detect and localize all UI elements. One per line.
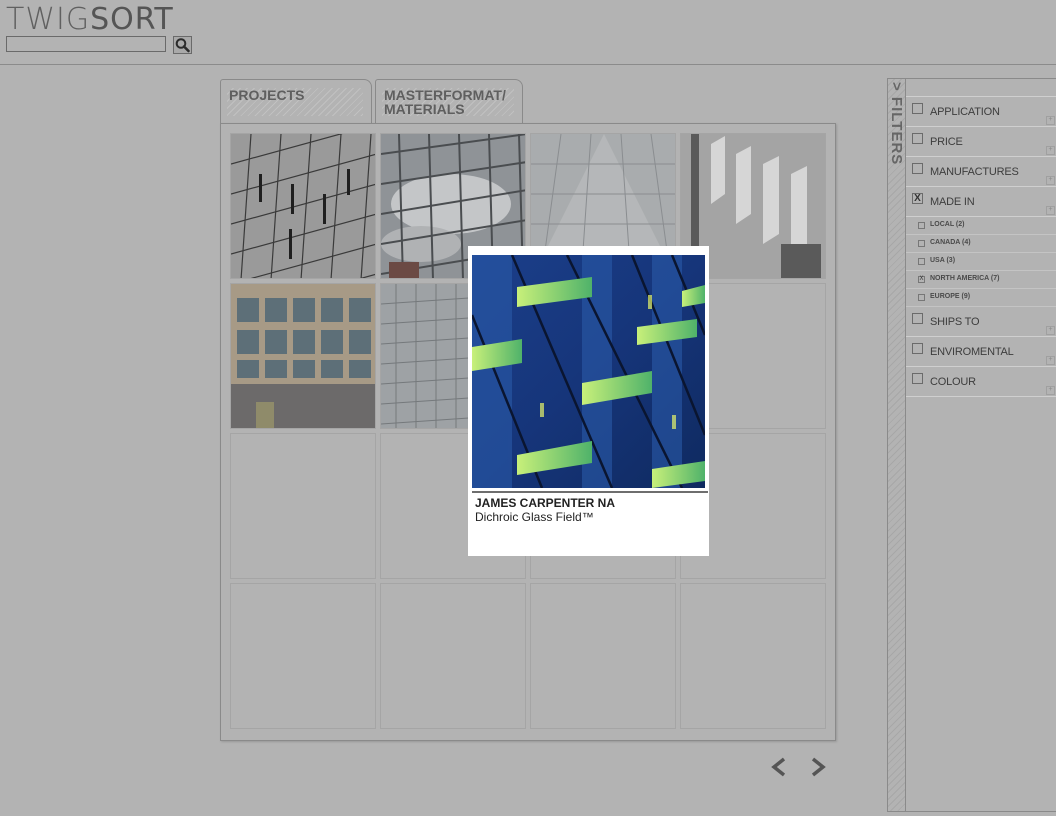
filter-label: APPLICATION — [930, 106, 1000, 118]
filter-checkbox[interactable] — [912, 343, 923, 354]
material-thumbnail — [231, 134, 375, 278]
filters-toggle[interactable] — [887, 78, 905, 812]
logo-part-2: SORT — [90, 2, 174, 37]
tab-materials-label-line2: MATERIALS — [384, 101, 465, 117]
filter-application[interactable]: APPLICATION + — [906, 97, 1056, 127]
material-tile-empty — [380, 583, 526, 729]
expand-icon[interactable]: + — [1046, 386, 1055, 395]
chevron-left-icon — [771, 757, 786, 777]
filter-checkbox-checked[interactable]: X — [912, 193, 923, 204]
material-tile-empty — [230, 433, 376, 579]
popup-product-name: Dichroic Glass Field™ — [475, 510, 594, 524]
material-tile[interactable] — [230, 133, 376, 279]
popup-manufacturer: JAMES CARPENTER NA — [475, 496, 616, 510]
filter-manufactures[interactable]: MANUFACTURES + — [906, 157, 1056, 187]
filter-label: MANUFACTURES — [930, 166, 1019, 178]
filter-label: PRICE — [930, 136, 963, 148]
option-checkbox[interactable] — [918, 258, 925, 265]
filter-ships-to[interactable]: SHIPS TO + — [906, 307, 1056, 337]
made-in-option-usa[interactable]: USA (3) — [906, 253, 1056, 271]
material-thumbnail — [231, 284, 375, 428]
filter-price[interactable]: PRICE + — [906, 127, 1056, 157]
expand-icon[interactable]: + — [1046, 356, 1055, 365]
filter-checkbox[interactable] — [912, 133, 923, 144]
option-label: CANADA (4) — [930, 239, 971, 246]
tab-projects[interactable]: PROJECTS — [220, 79, 372, 123]
filter-label: COLOUR — [930, 376, 976, 388]
tab-projects-label: PROJECTS — [229, 87, 305, 103]
tab-masterformat-materials[interactable]: MASTERFORMAT/ MATERIALS — [375, 79, 523, 123]
filters-panel-header — [906, 79, 1056, 97]
material-tile[interactable] — [230, 283, 376, 429]
expand-icon[interactable]: + — [1046, 326, 1055, 335]
app-logo[interactable]: TWIGSORT — [6, 2, 174, 37]
option-label: LOCAL (2) — [930, 221, 965, 228]
made-in-option-canada[interactable]: CANADA (4) — [906, 235, 1056, 253]
option-checkbox[interactable] — [918, 222, 925, 229]
logo-part-1: TWIG — [6, 2, 91, 37]
option-label: USA (3) — [930, 257, 956, 264]
expand-icon[interactable]: + — [1046, 206, 1055, 215]
search-button[interactable] — [173, 36, 192, 54]
filter-enviromental[interactable]: ENVIROMENTAL + — [906, 337, 1056, 367]
made-in-option-europe[interactable]: EUROPE (9) — [906, 289, 1056, 307]
filter-made-in[interactable]: X MADE IN + — [906, 187, 1056, 217]
search-input[interactable] — [6, 36, 166, 52]
option-label: NORTH AMERICA (7) — [930, 275, 1000, 282]
next-page-button[interactable] — [806, 756, 830, 778]
option-checkbox[interactable] — [918, 294, 925, 301]
filter-checkbox[interactable] — [912, 313, 923, 324]
popup-divider — [472, 491, 708, 493]
popup-material-image — [470, 254, 707, 489]
expand-icon[interactable]: + — [1046, 146, 1055, 155]
expand-icon[interactable]: + — [1046, 176, 1055, 185]
filters-toggle-label: > FILTERS — [888, 82, 905, 166]
made-in-option-north-america[interactable]: X NORTH AMERICA (7) — [906, 271, 1056, 289]
option-label: EUROPE (9) — [930, 293, 971, 300]
option-checkbox[interactable] — [918, 240, 925, 247]
made-in-option-local[interactable]: LOCAL (2) — [906, 217, 1056, 235]
filter-checkbox[interactable] — [912, 103, 923, 114]
filters-panel: APPLICATION + PRICE + MANUFACTURES + X M… — [905, 78, 1056, 812]
header-divider — [0, 64, 1056, 65]
filter-label: MADE IN — [930, 196, 975, 208]
search-icon — [175, 38, 190, 53]
material-tile-empty — [230, 583, 376, 729]
filter-checkbox[interactable] — [912, 163, 923, 174]
material-tile-empty — [530, 583, 676, 729]
filter-label: ENVIROMENTAL — [930, 346, 1014, 358]
filter-checkbox[interactable] — [912, 373, 923, 384]
material-tile-empty — [680, 583, 826, 729]
filter-colour[interactable]: COLOUR + — [906, 367, 1056, 397]
option-checkbox-checked[interactable]: X — [918, 276, 925, 283]
filter-label: SHIPS TO — [930, 316, 980, 328]
expand-icon[interactable]: + — [1046, 116, 1055, 125]
previous-page-button[interactable] — [767, 756, 791, 778]
material-popup[interactable]: JAMES CARPENTER NA Dichroic Glass Field™ — [468, 246, 709, 556]
chevron-right-icon — [811, 757, 826, 777]
